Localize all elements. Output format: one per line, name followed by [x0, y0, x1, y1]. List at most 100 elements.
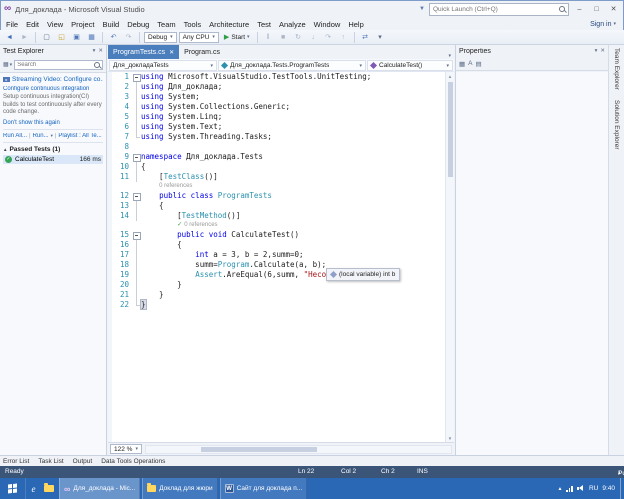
dismiss-link[interactable]: Don't show this again — [3, 120, 103, 126]
fold-collapse-icon[interactable] — [132, 152, 141, 162]
test-group-header[interactable]: ▲Passed Tests (1) — [3, 146, 103, 153]
close-icon[interactable]: ✕ — [98, 48, 103, 54]
menu-file[interactable]: File — [2, 18, 22, 30]
panel-tab-task-list[interactable]: Task List — [38, 458, 63, 465]
quick-launch-input[interactable] — [433, 6, 557, 13]
scroll-down-icon[interactable]: ▼ — [446, 434, 454, 442]
codelens-text[interactable]: 0 references — [159, 182, 192, 191]
document-tab[interactable]: ProgramTests.cs✕ — [108, 45, 179, 59]
test-explorer-header[interactable]: Test Explorer ▾ ✕ — [0, 45, 106, 57]
language-indicator[interactable]: RU — [589, 485, 598, 492]
file-explorer-button[interactable] — [41, 478, 56, 499]
alphabetical-icon[interactable]: A — [468, 60, 472, 67]
start-debug-button[interactable]: ▶Start▾ — [221, 31, 253, 44]
autohide-tab-solution-explorer[interactable]: Solution Explorer — [613, 100, 620, 150]
menu-project[interactable]: Project — [67, 18, 98, 30]
pause-icon[interactable]: ‖ — [262, 31, 275, 44]
configure-ci-link[interactable]: Configure continuous integration — [3, 86, 103, 92]
type-dropdown[interactable]: Для_доклада.Tests.ProgramTests ▾ — [218, 60, 366, 71]
start-button[interactable] — [0, 478, 26, 499]
playlist-link[interactable]: Playlist : All Te... — [58, 133, 101, 139]
windows-taskbar: e ∞Для_доклада - Mic...Доклад для жюриWС… — [0, 478, 624, 499]
menu-analyze[interactable]: Analyze — [275, 18, 310, 30]
vertical-scrollbar[interactable]: ▲ ▼ — [445, 72, 454, 442]
stop-icon[interactable]: ■ — [277, 31, 290, 44]
fold-collapse-icon[interactable] — [132, 230, 141, 240]
maximize-button[interactable]: □ — [590, 3, 603, 16]
scrollbar-thumb[interactable] — [448, 82, 453, 177]
codelens-text[interactable]: 0 references — [184, 221, 217, 230]
run-all-link[interactable]: Run All... — [3, 133, 27, 139]
close-button[interactable]: ✕ — [607, 3, 620, 16]
show-desktop-button[interactable] — [620, 478, 624, 499]
menu-test[interactable]: Test — [253, 18, 275, 30]
menu-view[interactable]: View — [43, 18, 67, 30]
streaming-video-link[interactable]: ▸ Streaming Video: Configure co... — [3, 76, 103, 83]
test-search-input[interactable] — [17, 62, 92, 68]
member-dropdown[interactable]: CalculateTest() ▾ — [367, 60, 453, 71]
scroll-up-icon[interactable]: ▲ — [446, 72, 454, 80]
autohide-tab-team-explorer[interactable]: Team Explorer — [613, 48, 620, 90]
scrollbar-thumb[interactable] — [201, 447, 317, 452]
taskbar-app[interactable]: ∞Для_доклада - Mic... — [59, 478, 140, 499]
window-position-icon[interactable]: ▾ — [93, 48, 96, 54]
close-icon[interactable]: ✕ — [169, 49, 174, 56]
run-link[interactable]: Run... — [33, 133, 49, 139]
open-file-icon[interactable]: ◱ — [55, 31, 68, 44]
menu-window[interactable]: Window — [310, 18, 345, 30]
panel-tab-data-tools-operations[interactable]: Data Tools Operations — [101, 458, 165, 465]
menu-team[interactable]: Team — [153, 18, 179, 30]
taskbar-app[interactable]: WСайт для доклада п... — [220, 478, 308, 499]
taskbar-app[interactable]: Доклад для жюри — [142, 478, 217, 499]
menu-edit[interactable]: Edit — [22, 18, 43, 30]
sign-in-button[interactable]: Sign in ▾ — [590, 21, 622, 28]
close-icon[interactable]: ✕ — [600, 48, 605, 54]
internet-explorer-button[interactable]: e — [26, 478, 41, 499]
menu-tools[interactable]: Tools — [180, 18, 206, 30]
codelens-row[interactable]: 0 references — [108, 182, 445, 191]
sync-with-active-document-icon[interactable]: ⇄ — [359, 31, 372, 44]
quick-launch-box[interactable] — [429, 3, 569, 16]
group-by-button[interactable]: ▦ ▾ — [3, 61, 12, 68]
menu-build[interactable]: Build — [99, 18, 124, 30]
show-hidden-icons-icon[interactable]: ▲ — [558, 486, 563, 492]
save-all-icon[interactable]: ▦ — [85, 31, 98, 44]
project-dropdown[interactable]: Для_докладаTests ▾ — [109, 60, 217, 71]
step-over-icon[interactable]: ↷ — [322, 31, 335, 44]
fold-collapse-icon[interactable] — [132, 191, 141, 201]
menu-architecture[interactable]: Architecture — [205, 18, 253, 30]
network-icon[interactable] — [566, 486, 573, 492]
fold-collapse-icon[interactable] — [132, 72, 141, 82]
test-item[interactable]: ✓CalculateTest166 ms — [3, 155, 103, 164]
volume-icon[interactable] — [577, 485, 585, 492]
minimize-button[interactable]: – — [573, 3, 586, 16]
test-search-box[interactable] — [14, 60, 103, 70]
save-icon[interactable]: ▣ — [70, 31, 83, 44]
zoom-select[interactable]: 122 % ▾ — [110, 444, 142, 454]
categorized-icon[interactable]: ▦ — [459, 60, 465, 68]
restart-icon[interactable]: ↻ — [292, 31, 305, 44]
document-tab[interactable]: Program.cs — [179, 45, 225, 59]
new-project-icon[interactable]: ▢ — [40, 31, 53, 44]
clock[interactable]: 9:40 — [602, 485, 615, 492]
navigate-forward-icon[interactable]: ► — [18, 31, 31, 44]
feedback-icon[interactable]: ▼ — [419, 6, 425, 12]
step-into-icon[interactable]: ↓ — [307, 31, 320, 44]
codelens-row[interactable]: ✓0 references — [108, 221, 445, 230]
property-pages-icon[interactable]: ▤ — [476, 60, 482, 68]
solution-platforms-select[interactable]: Any CPU▾ — [179, 32, 219, 43]
horizontal-scrollbar[interactable] — [145, 445, 452, 454]
menu-debug[interactable]: Debug — [123, 18, 153, 30]
undo-icon[interactable]: ↶ — [107, 31, 120, 44]
redo-icon[interactable]: ↷ — [122, 31, 135, 44]
window-position-icon[interactable]: ▾ — [595, 48, 598, 54]
solution-configurations-select[interactable]: Debug▾ — [144, 32, 177, 43]
properties-header[interactable]: Properties ▾ ✕ — [456, 45, 608, 57]
panel-tab-error-list[interactable]: Error List — [3, 458, 29, 465]
step-out-icon[interactable]: ↑ — [337, 31, 350, 44]
panel-tab-output[interactable]: Output — [73, 458, 93, 465]
code-editor[interactable]: (local variable) int b 1using Microsoft.… — [108, 72, 445, 442]
toolbar-overflow-icon[interactable]: ▾ — [374, 31, 387, 44]
navigate-back-icon[interactable]: ◄ — [3, 31, 16, 44]
menu-help[interactable]: Help — [344, 18, 367, 30]
